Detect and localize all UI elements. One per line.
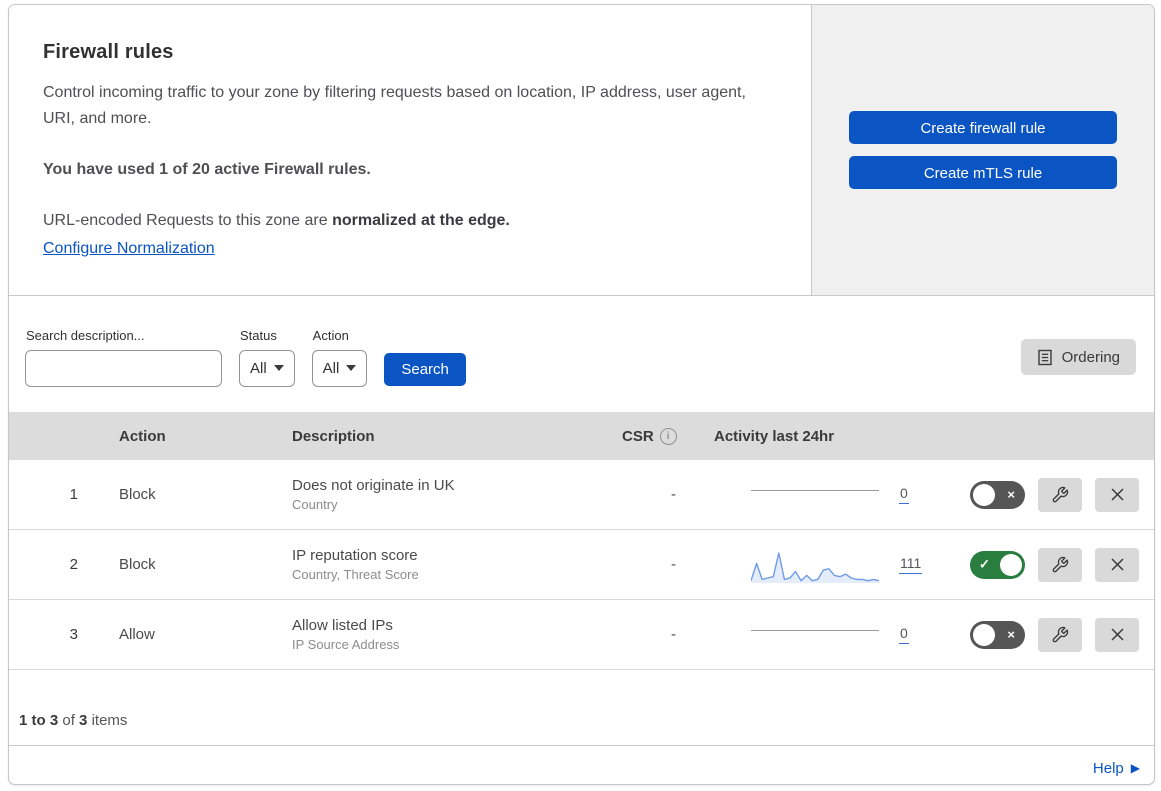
top-section: Firewall rules Control incoming traffic … bbox=[9, 5, 1154, 296]
create-mtls-rule-button[interactable]: Create mTLS rule bbox=[849, 156, 1117, 189]
rule-csr-value: - bbox=[671, 486, 676, 503]
toggle-x-icon: × bbox=[1007, 626, 1015, 642]
chevron-down-icon bbox=[273, 365, 284, 371]
normalization-bold: normalized at the edge. bbox=[332, 211, 510, 229]
table-header: Action Description CSR i Activity last 2… bbox=[9, 412, 1154, 460]
rule-priority: 2 bbox=[69, 556, 78, 573]
filter-bar: Search description... Status All Action … bbox=[9, 296, 1154, 412]
list-document-icon bbox=[1037, 349, 1052, 365]
edit-rule-button[interactable] bbox=[1038, 477, 1082, 512]
rule-description: Does not originate in UK bbox=[292, 477, 455, 494]
delete-rule-button[interactable] bbox=[1095, 477, 1139, 512]
activity-flatline bbox=[751, 630, 879, 631]
ordering-button-label: Ordering bbox=[1061, 348, 1120, 366]
pagination-summary: 1 to 3 of 3 items bbox=[9, 670, 1154, 746]
rule-enabled-toggle[interactable]: × ✓ bbox=[970, 480, 1025, 509]
toggle-check-icon: ✓ bbox=[979, 556, 990, 572]
close-icon bbox=[1110, 488, 1124, 501]
close-icon bbox=[1110, 558, 1124, 571]
help-bar: Help ▶ bbox=[9, 746, 1154, 784]
ordering-button[interactable]: Ordering bbox=[1020, 339, 1136, 375]
create-firewall-rule-button[interactable]: Create firewall rule bbox=[849, 111, 1117, 144]
toggle-x-icon: × bbox=[1007, 486, 1015, 502]
rule-priority: 1 bbox=[69, 486, 78, 503]
activity-flatline bbox=[751, 490, 879, 491]
filter-controls: Search description... Status All Action … bbox=[25, 328, 466, 387]
delete-rule-button[interactable] bbox=[1095, 547, 1139, 582]
help-link[interactable]: Help ▶ bbox=[1093, 760, 1140, 777]
actions-panel: Create firewall rule Create mTLS rule bbox=[812, 5, 1154, 295]
column-description: Description bbox=[292, 427, 375, 445]
toggle-knob bbox=[973, 483, 995, 506]
delete-rule-button[interactable] bbox=[1095, 617, 1139, 652]
search-group: Search description... bbox=[25, 327, 225, 387]
chevron-down-icon bbox=[346, 365, 357, 371]
activity-count-link[interactable]: 0 bbox=[899, 625, 909, 644]
rule-action: Allow bbox=[119, 626, 155, 643]
arrow-right-icon: ▶ bbox=[1130, 761, 1140, 775]
activity-sparkline bbox=[751, 551, 879, 583]
rule-priority: 3 bbox=[69, 626, 78, 643]
page-title: Firewall rules bbox=[43, 41, 174, 63]
intro-panel: Firewall rules Control incoming traffic … bbox=[9, 5, 812, 295]
rule-enabled-toggle[interactable]: × ✓ bbox=[970, 550, 1025, 579]
wrench-icon bbox=[1052, 486, 1069, 502]
page-description: Control incoming traffic to your zone by… bbox=[43, 84, 746, 127]
usage-text: You have used 1 of 20 active Firewall ru… bbox=[43, 160, 371, 178]
rules-table: Action Description CSR i Activity last 2… bbox=[9, 412, 1154, 784]
activity-count-link[interactable]: 0 bbox=[899, 485, 909, 504]
toggle-knob bbox=[973, 623, 995, 646]
rule-enabled-toggle[interactable]: × ✓ bbox=[970, 620, 1025, 649]
table-row: 3 Allow Allow listed IPs IP Source Addre… bbox=[9, 600, 1154, 670]
edit-rule-button[interactable] bbox=[1038, 617, 1082, 652]
column-action: Action bbox=[119, 427, 166, 445]
wrench-icon bbox=[1052, 626, 1069, 642]
help-label: Help bbox=[1092, 759, 1124, 777]
status-group: Status All bbox=[239, 328, 295, 387]
status-label: Status bbox=[240, 327, 277, 343]
rule-criteria: IP Source Address bbox=[292, 637, 400, 652]
action-value: All bbox=[322, 359, 340, 377]
action-group: Action All bbox=[311, 327, 368, 387]
rule-criteria: Country bbox=[292, 497, 338, 512]
configure-normalization-link[interactable]: Configure Normalization bbox=[43, 240, 215, 258]
rule-criteria: Country, Threat Score bbox=[292, 567, 419, 582]
search-button[interactable]: Search bbox=[384, 352, 466, 386]
table-row: 2 Block IP reputation score Country, Thr… bbox=[9, 530, 1154, 600]
rule-csr-value: - bbox=[671, 556, 676, 573]
action-label: Action bbox=[312, 327, 349, 343]
normalization-prefix: URL-encoded Requests to this zone are bbox=[43, 211, 333, 229]
status-value: All bbox=[250, 359, 267, 377]
info-icon[interactable]: i bbox=[659, 427, 677, 445]
activity-count-link[interactable]: 111 bbox=[899, 555, 923, 574]
summary-range: 1 to 3 bbox=[19, 712, 59, 729]
edit-rule-button[interactable] bbox=[1038, 547, 1082, 582]
search-label: Search description... bbox=[26, 327, 145, 343]
search-input[interactable] bbox=[40, 359, 225, 377]
action-select[interactable]: All bbox=[311, 349, 368, 387]
rule-action: Block bbox=[119, 486, 156, 503]
column-csr: CSR bbox=[622, 427, 654, 445]
normalization-text: URL-encoded Requests to this zone are no… bbox=[43, 208, 751, 234]
column-activity: Activity last 24hr bbox=[714, 427, 835, 445]
rule-csr-value: - bbox=[671, 626, 676, 643]
rule-action: Block bbox=[119, 556, 156, 573]
summary-of: of bbox=[62, 712, 75, 729]
status-select[interactable]: All bbox=[239, 349, 295, 387]
toggle-knob bbox=[1000, 553, 1022, 576]
wrench-icon bbox=[1052, 556, 1069, 572]
table-row: 1 Block Does not originate in UK Country… bbox=[9, 460, 1154, 530]
rule-description: IP reputation score bbox=[292, 547, 418, 564]
close-icon bbox=[1110, 628, 1124, 641]
summary-total: 3 bbox=[79, 712, 88, 729]
summary-items: items bbox=[91, 712, 128, 729]
firewall-rules-card: Firewall rules Control incoming traffic … bbox=[8, 4, 1155, 785]
rule-description: Allow listed IPs bbox=[292, 617, 393, 634]
search-input-wrap bbox=[25, 349, 225, 387]
